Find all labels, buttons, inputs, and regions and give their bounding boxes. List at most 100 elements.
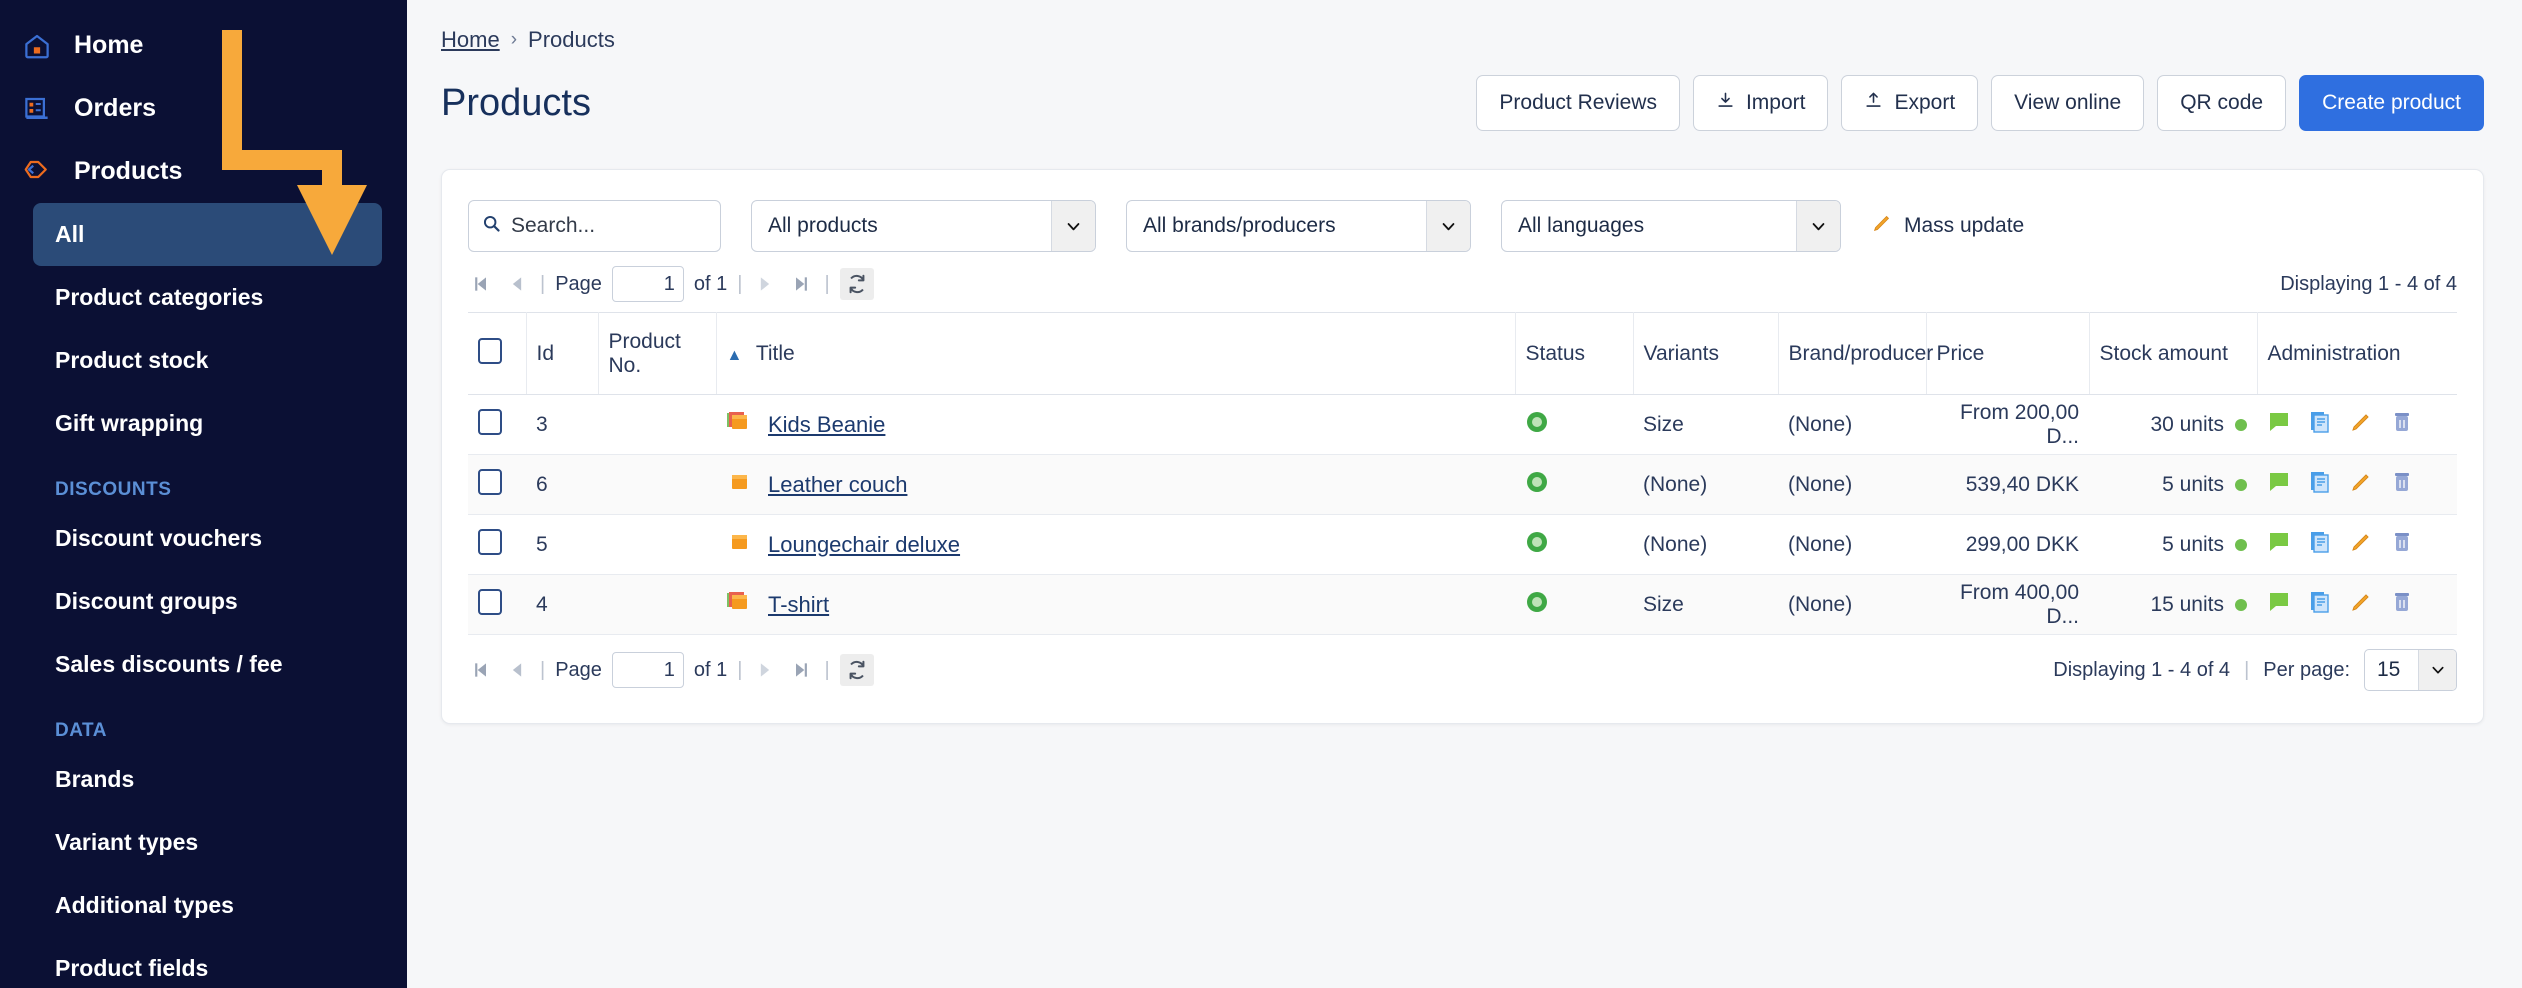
comment-icon[interactable] bbox=[2267, 590, 2291, 620]
search-input[interactable]: Search... bbox=[468, 200, 721, 252]
sidebar-item-product-stock[interactable]: Product stock bbox=[33, 329, 382, 392]
row-checkbox[interactable] bbox=[478, 468, 502, 495]
row-checkbox[interactable] bbox=[478, 588, 502, 615]
last-page-icon[interactable] bbox=[788, 657, 814, 683]
column-header-status[interactable]: Status bbox=[1515, 312, 1634, 395]
prev-page-icon[interactable] bbox=[504, 657, 530, 683]
copy-icon[interactable] bbox=[2308, 410, 2332, 440]
delete-icon[interactable] bbox=[2390, 410, 2414, 440]
view-online-button[interactable]: View online bbox=[1991, 75, 2145, 131]
status-active-icon bbox=[1525, 590, 1549, 620]
pager-divider: | bbox=[737, 272, 743, 295]
row-select-cell[interactable] bbox=[468, 394, 526, 455]
delete-icon[interactable] bbox=[2390, 530, 2414, 560]
table-header-row: Id Product No. ▲ Title Status Variants B… bbox=[468, 312, 2457, 395]
column-header-price[interactable]: Price bbox=[1926, 312, 2090, 395]
sidebar-item-gift-wrapping[interactable]: Gift wrapping bbox=[33, 392, 382, 455]
column-header-brand[interactable]: Brand/producer bbox=[1778, 312, 1933, 395]
page-number-input[interactable]: 1 bbox=[611, 652, 684, 688]
refresh-icon[interactable] bbox=[839, 268, 874, 300]
sidebar-item-product-fields[interactable]: Product fields bbox=[33, 937, 382, 988]
comment-icon[interactable] bbox=[2267, 470, 2291, 500]
products-panel: Search... All products All brands/produc… bbox=[441, 169, 2484, 724]
button-label: Import bbox=[1745, 91, 1806, 114]
product-title-link[interactable]: Leather couch bbox=[768, 472, 907, 498]
brand-filter-select[interactable]: All brands/producers bbox=[1126, 200, 1471, 252]
row-checkbox[interactable] bbox=[478, 408, 502, 435]
product-filter-select[interactable]: All products bbox=[751, 200, 1096, 252]
product-title-link[interactable]: Kids Beanie bbox=[768, 412, 885, 438]
select-all-header[interactable] bbox=[468, 312, 527, 395]
row-select-cell[interactable] bbox=[468, 454, 526, 515]
import-button[interactable]: Import bbox=[1692, 75, 1829, 131]
comment-icon[interactable] bbox=[2267, 530, 2291, 560]
edit-icon[interactable] bbox=[2349, 410, 2373, 440]
prev-page-icon[interactable] bbox=[504, 271, 530, 297]
sidebar-item-discount-vouchers[interactable]: Discount vouchers bbox=[33, 507, 382, 570]
row-select-cell[interactable] bbox=[468, 514, 526, 575]
create-product-button[interactable]: Create product bbox=[2299, 75, 2484, 131]
breadcrumb-current: Products bbox=[528, 27, 615, 52]
sidebar-item-all[interactable]: All bbox=[33, 203, 382, 266]
sidebar-item-variant-types[interactable]: Variant types bbox=[33, 811, 382, 874]
product-filter-value: All products bbox=[768, 214, 878, 237]
sidebar-item-sales-discounts-fee[interactable]: Sales discounts / fee bbox=[33, 633, 382, 696]
first-page-icon[interactable] bbox=[468, 271, 494, 297]
sidebar-item-home[interactable]: Home bbox=[0, 14, 407, 77]
pager-bottom: | Page 1 of 1 | | Displaying 1 - 4 of 4 … bbox=[468, 635, 2457, 701]
column-header-title[interactable]: ▲ Title bbox=[716, 312, 1516, 395]
edit-icon[interactable] bbox=[2349, 470, 2373, 500]
copy-icon[interactable] bbox=[2308, 530, 2332, 560]
column-header-product-no[interactable]: Product No. bbox=[598, 312, 717, 395]
search-placeholder: Search... bbox=[511, 214, 596, 237]
next-page-icon[interactable] bbox=[752, 271, 778, 297]
delete-icon[interactable] bbox=[2390, 590, 2414, 620]
pager-divider: | bbox=[540, 272, 546, 295]
language-filter-select[interactable]: All languages bbox=[1501, 200, 1841, 252]
sidebar-item-label: Orders bbox=[74, 94, 156, 122]
box-stack-icon bbox=[726, 589, 752, 621]
edit-icon[interactable] bbox=[2349, 590, 2373, 620]
sidebar-item-products[interactable]: Products bbox=[0, 140, 407, 203]
sidebar-item-discount-groups[interactable]: Discount groups bbox=[33, 570, 382, 633]
select-all-checkbox[interactable] bbox=[478, 337, 502, 364]
box-icon bbox=[726, 529, 752, 561]
edit-icon[interactable] bbox=[2349, 530, 2373, 560]
sort-ascending-icon: ▲ bbox=[726, 346, 743, 364]
table-row[interactable]: 3 Kids Beanie Size (None) From 200,00 D.… bbox=[468, 394, 2457, 455]
status-active-icon bbox=[1525, 470, 1549, 500]
table-row[interactable]: 5 Loungechair deluxe (None) (None) 299,0… bbox=[468, 514, 2457, 575]
column-header-administration[interactable]: Administration bbox=[2257, 312, 2457, 395]
sidebar-item-additional-types[interactable]: Additional types bbox=[33, 874, 382, 937]
row-checkbox[interactable] bbox=[478, 528, 502, 555]
mass-update-button[interactable]: Mass update bbox=[1871, 212, 2024, 240]
page-number-input[interactable]: 1 bbox=[611, 266, 684, 302]
delete-icon[interactable] bbox=[2390, 470, 2414, 500]
product-title-link[interactable]: T-shirt bbox=[768, 592, 829, 618]
sidebar-item-brands[interactable]: Brands bbox=[33, 748, 382, 811]
column-header-stock[interactable]: Stock amount bbox=[2089, 312, 2258, 395]
table-row[interactable]: 4 T-shirt Size (None) From 400,00 D... 1… bbox=[468, 574, 2457, 635]
row-id: 5 bbox=[526, 514, 598, 575]
box-icon bbox=[726, 469, 752, 501]
last-page-icon[interactable] bbox=[788, 271, 814, 297]
page-label: Page bbox=[555, 658, 602, 681]
row-select-cell[interactable] bbox=[468, 574, 526, 635]
table-row[interactable]: 6 Leather couch (None) (None) 539,40 DKK… bbox=[468, 454, 2457, 515]
per-page-select[interactable]: 15 bbox=[2364, 649, 2457, 691]
export-button[interactable]: Export bbox=[1841, 75, 1979, 131]
column-header-variants[interactable]: Variants bbox=[1633, 312, 1779, 395]
qr-code-button[interactable]: QR code bbox=[2157, 75, 2287, 131]
column-header-id[interactable]: Id bbox=[526, 312, 599, 395]
first-page-icon[interactable] bbox=[468, 657, 494, 683]
copy-icon[interactable] bbox=[2308, 470, 2332, 500]
refresh-icon[interactable] bbox=[839, 654, 874, 686]
sidebar-item-orders[interactable]: Orders bbox=[0, 77, 407, 140]
product-reviews-button[interactable]: Product Reviews bbox=[1476, 75, 1680, 131]
next-page-icon[interactable] bbox=[752, 657, 778, 683]
breadcrumb-home[interactable]: Home bbox=[441, 27, 500, 53]
product-title-link[interactable]: Loungechair deluxe bbox=[768, 532, 960, 558]
copy-icon[interactable] bbox=[2308, 590, 2332, 620]
comment-icon[interactable] bbox=[2267, 410, 2291, 440]
sidebar-item-product-categories[interactable]: Product categories bbox=[33, 266, 382, 329]
